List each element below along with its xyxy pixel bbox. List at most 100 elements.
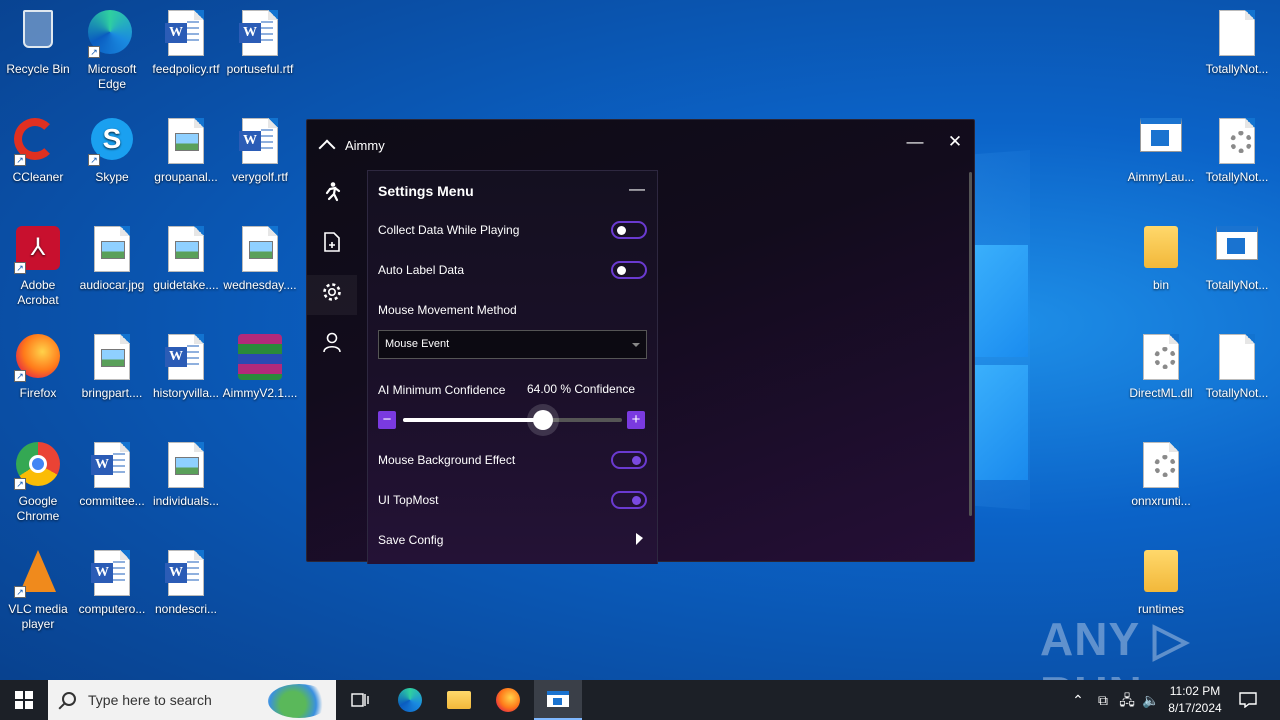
window-scrollbar[interactable]	[969, 172, 972, 516]
desktop-icon[interactable]: W nondescri...	[148, 544, 224, 617]
app-window-icon	[1213, 226, 1261, 274]
collect-data-toggle[interactable]	[611, 221, 647, 239]
confidence-value: 64.00 % Confidence	[527, 382, 636, 396]
desktop-icon[interactable]: onnxrunti...	[1123, 436, 1199, 509]
auto-label-toggle[interactable]	[611, 261, 647, 279]
tray-app-icon[interactable]: ⧉	[1093, 680, 1113, 720]
auto-label-label: Auto Label Data	[378, 263, 465, 277]
desktop-icon-label: TotallyNot...	[1205, 278, 1269, 292]
settings-collapse-button[interactable]: —	[629, 181, 645, 199]
toggle-knob	[632, 496, 641, 505]
search-icon	[62, 692, 76, 706]
desktop-icon[interactable]: ⅄ ↗ Adobe Acrobat	[0, 220, 76, 308]
desktop-icon[interactable]: W feedpolicy.rtf	[148, 4, 224, 77]
confidence-increase-button[interactable]: +	[627, 411, 645, 429]
volume-icon[interactable]: 🔈	[1141, 680, 1161, 720]
desktop-icon[interactable]: bin	[1123, 220, 1199, 293]
firefox-icon	[496, 688, 520, 712]
chrome-icon: ↗	[14, 442, 62, 490]
desktop-icon-label: nondescri...	[154, 602, 218, 616]
settings-gear-icon[interactable]	[319, 281, 345, 307]
desktop-icon[interactable]: TotallyNot...	[1199, 4, 1275, 77]
taskbar-file-explorer[interactable]	[435, 680, 483, 720]
desktop-icon[interactable]: W historyvilla...	[148, 328, 224, 401]
window-title: Aimmy	[345, 137, 385, 153]
edge-icon	[398, 688, 422, 712]
taskbar-aimmy[interactable]	[534, 680, 582, 720]
mouse-method-dropdown[interactable]: Mouse Event	[378, 330, 647, 359]
word-doc-icon: W	[236, 118, 284, 166]
desktop-icon[interactable]: ↗ Firefox	[0, 328, 76, 401]
taskbar-clock[interactable]: 11:02 PM 8/17/2024	[1162, 683, 1228, 717]
desktop-icon[interactable]: ↗ Microsoft Edge	[74, 4, 150, 92]
desktop-icon[interactable]: audiocar.jpg	[74, 220, 150, 293]
windows-logo-icon	[15, 691, 33, 709]
wallpaper-window-pane	[975, 245, 1028, 357]
desktop-icon[interactable]: ↗ Google Chrome	[0, 436, 76, 524]
desktop-icon[interactable]: W committee...	[74, 436, 150, 509]
minimize-button[interactable]: —	[903, 132, 927, 152]
desktop-icon-label: bin	[1152, 278, 1169, 292]
desktop-icon[interactable]: AimmyLau...	[1123, 112, 1199, 185]
slider-thumb[interactable]	[527, 404, 559, 436]
model-file-icon[interactable]	[319, 231, 345, 257]
collect-data-label: Collect Data While Playing	[378, 223, 520, 237]
desktop-icon[interactable]: AimmyV2.1....	[222, 328, 298, 401]
taskbar-firefox[interactable]	[484, 680, 532, 720]
desktop-icon[interactable]: bringpart....	[74, 328, 150, 401]
desktop-icon[interactable]: TotallyNot...	[1199, 328, 1275, 401]
ccleaner-icon: ↗	[14, 118, 62, 166]
desktop-icon[interactable]: TotallyNot...	[1199, 220, 1275, 293]
desktop-icon-label: Google Chrome	[16, 494, 60, 523]
desktop-icon[interactable]: S ↗ Skype	[74, 112, 150, 185]
settings-panel: Settings Menu — Collect Data While Playi…	[367, 170, 658, 564]
desktop-icon-label: bringpart....	[81, 386, 143, 400]
desktop-icon-label: wednesday....	[223, 278, 297, 292]
desktop-icon[interactable]: TotallyNot...	[1199, 112, 1275, 185]
word-doc-icon: W	[162, 550, 210, 598]
desktop-icon-label: audiocar.jpg	[79, 278, 145, 292]
start-button[interactable]	[0, 680, 48, 720]
desktop-icon[interactable]: ↗ VLC media player	[0, 544, 76, 632]
desktop-icon[interactable]: wednesday....	[222, 220, 298, 293]
title-bar: Aimmy	[318, 136, 385, 157]
taskbar-edge[interactable]	[386, 680, 434, 720]
mouse-method-label: Mouse Movement Method	[378, 303, 517, 317]
topmost-toggle[interactable]	[611, 491, 647, 509]
bg-effect-toggle[interactable]	[611, 451, 647, 469]
collapse-chevron-icon[interactable]	[318, 139, 336, 157]
notification-icon[interactable]	[1236, 680, 1260, 720]
desktop-icon[interactable]: Recycle Bin	[0, 4, 76, 77]
save-config-button[interactable]: Save Config	[378, 533, 443, 547]
desktop-icon[interactable]: W computero...	[74, 544, 150, 617]
desktop-icon-label: groupanal...	[154, 170, 218, 184]
task-view-icon	[351, 693, 369, 707]
image-file-icon	[162, 226, 210, 274]
desktop-icon[interactable]: ↗ CCleaner	[0, 112, 76, 185]
blank-file-icon	[1213, 334, 1261, 382]
desktop-icon[interactable]: groupanal...	[148, 112, 224, 185]
confidence-slider[interactable]	[403, 404, 622, 436]
close-button[interactable]: ✕	[943, 132, 967, 152]
desktop-icon-label: AimmyLau...	[1127, 170, 1195, 184]
confidence-decrease-button[interactable]: −	[378, 411, 396, 429]
taskbar-search-box[interactable]: Type here to search	[48, 680, 336, 720]
desktop-icon[interactable]: individuals...	[148, 436, 224, 509]
network-icon[interactable]: 🖧	[1117, 680, 1137, 720]
desktop-icon[interactable]: W portuseful.rtf	[222, 4, 298, 77]
task-view-button[interactable]	[336, 680, 384, 720]
desktop-icon-label: historyvilla...	[152, 386, 220, 400]
desktop-icon[interactable]: runtimes	[1123, 544, 1199, 617]
desktop-icon[interactable]: guidetake....	[148, 220, 224, 293]
desktop-icon[interactable]: W verygolf.rtf	[222, 112, 298, 185]
desktop-icon[interactable]: DirectML.dll	[1123, 328, 1199, 401]
desktop-icon-label: computero...	[78, 602, 146, 616]
tray-chevron-icon[interactable]: ⌃	[1068, 680, 1088, 720]
toggle-knob	[617, 226, 626, 235]
folder-icon	[1137, 550, 1185, 598]
clock-time: 11:02 PM	[1169, 684, 1221, 698]
desktop-icon-label: Firefox	[19, 386, 57, 400]
desktop-icon-label: Microsoft Edge	[87, 62, 137, 91]
aim-person-icon[interactable]	[319, 181, 345, 207]
account-icon[interactable]	[319, 331, 345, 357]
